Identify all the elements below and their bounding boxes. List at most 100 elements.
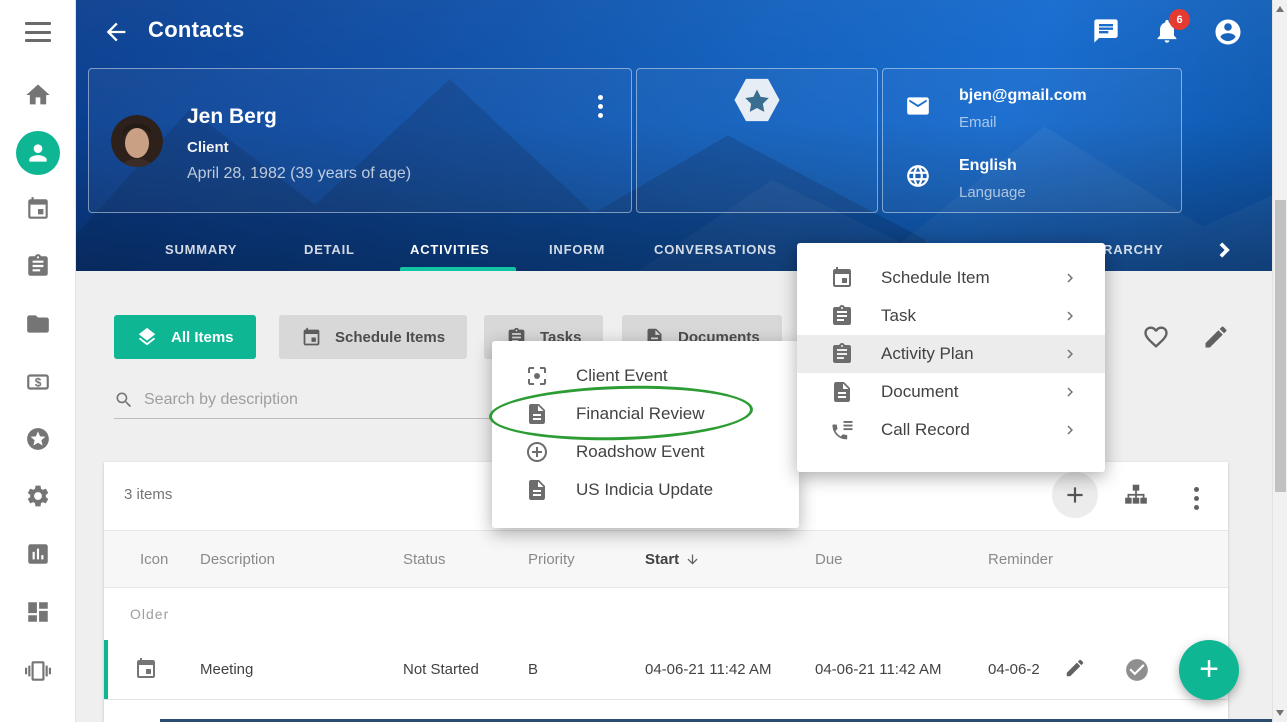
calendar-icon [134, 657, 158, 681]
column-reminder[interactable]: Reminder [988, 551, 1053, 568]
language-label: Language [959, 184, 1026, 201]
app-window: $ Contacts 6 [0, 0, 1287, 722]
column-start-sorted[interactable]: Start [645, 551, 700, 568]
row-complete-check-icon[interactable] [1124, 657, 1148, 681]
contact-birthdate: April 28, 1982 (39 years of age) [187, 165, 411, 183]
card-overflow-menu-icon[interactable] [594, 91, 607, 122]
items-count: 3 items [124, 486, 172, 503]
cell-start: 04-06-21 11:42 AM [645, 661, 771, 678]
group-row[interactable]: Older [104, 588, 1228, 640]
globe-icon [905, 163, 931, 189]
row-edit-pencil-icon[interactable] [1064, 657, 1088, 681]
menu-item-document[interactable]: Document [797, 373, 1105, 411]
table-row[interactable]: Meeting Not Started B 04-06-21 11:42 AM … [104, 640, 1228, 700]
menu-item-label: Client Event [576, 366, 668, 386]
calendar-icon [830, 266, 854, 290]
tab-inform[interactable]: INFORM [549, 242, 605, 257]
hierarchy-view-icon[interactable] [1123, 482, 1149, 508]
edit-pencil-icon[interactable] [1202, 323, 1230, 351]
menu-item-label: Roadshow Event [576, 442, 705, 462]
tab-detail[interactable]: DETAIL [304, 242, 355, 257]
contact-name: Jen Berg [187, 105, 277, 129]
calendar-icon[interactable] [25, 196, 51, 222]
menu-item-call-record[interactable]: Call Record [797, 411, 1105, 449]
grid-overflow-menu-icon[interactable] [1190, 483, 1203, 514]
document-icon [525, 478, 549, 502]
folder-icon[interactable] [25, 311, 51, 337]
cell-status: Not Started [403, 661, 479, 678]
chevron-right-icon [1061, 345, 1079, 363]
contact-role: Client [187, 139, 229, 156]
home-icon[interactable] [24, 81, 52, 109]
tab-summary[interactable]: SUMMARY [165, 242, 237, 257]
scrollbar-thumb[interactable] [1275, 200, 1286, 492]
active-nav-circle [16, 131, 60, 175]
menu-item-label: Document [881, 382, 958, 402]
menu-item-label: Call Record [881, 420, 970, 440]
contacts-icon[interactable] [16, 131, 60, 175]
page-title: Contacts [148, 17, 245, 43]
menu-item-label: Financial Review [576, 404, 705, 424]
add-item-button[interactable] [1052, 472, 1098, 518]
cell-priority: B [528, 661, 538, 678]
left-sidebar: $ [0, 0, 76, 722]
column-status[interactable]: Status [403, 551, 446, 568]
column-label: Start [645, 551, 679, 568]
filter-all-items-button[interactable]: All Items [114, 315, 256, 359]
menu-item-financial-review[interactable]: Financial Review [492, 395, 799, 433]
chat-icon[interactable] [1092, 17, 1122, 47]
hexagon-star-icon [733, 77, 781, 128]
tasks-icon [830, 342, 854, 366]
tab-conversations[interactable]: CONVERSATIONS [654, 242, 777, 257]
menu-item-roadshow-event[interactable]: Roadshow Event [492, 433, 799, 471]
back-arrow-icon[interactable] [102, 18, 132, 48]
scroll-down-arrow-icon[interactable] [1276, 710, 1284, 716]
tabs-scroll-right-icon[interactable] [1212, 237, 1238, 263]
fab-add-button[interactable]: + [1179, 640, 1239, 700]
plus-circle-icon [525, 440, 549, 464]
email-label: Email [959, 114, 1087, 131]
dashboard-icon[interactable] [25, 599, 51, 625]
cell-reminder: 04-06-2 [988, 661, 1050, 678]
cell-due: 04-06-21 11:42 AM [815, 661, 941, 678]
column-priority[interactable]: Priority [528, 551, 575, 568]
layers-icon [136, 326, 158, 348]
menu-item-client-event[interactable]: Client Event [492, 357, 799, 395]
billing-icon[interactable]: $ [25, 369, 51, 395]
mail-icon [905, 93, 931, 119]
menu-item-schedule-item[interactable]: Schedule Item [797, 259, 1105, 297]
account-icon[interactable] [1213, 17, 1243, 47]
filter-label: Schedule Items [335, 329, 445, 346]
cell-description: Meeting [200, 661, 253, 678]
column-icon[interactable]: Icon [140, 551, 168, 568]
filter-label: All Items [171, 329, 234, 346]
settings-icon[interactable] [25, 483, 51, 509]
tasks-icon[interactable] [25, 253, 51, 279]
scroll-up-arrow-icon[interactable] [1276, 6, 1284, 12]
favorite-heart-icon[interactable] [1142, 323, 1170, 351]
tab-activities[interactable]: ACTIVITIES [410, 242, 490, 257]
chevron-right-icon [1061, 307, 1079, 325]
vibration-icon[interactable] [25, 658, 51, 684]
column-due[interactable]: Due [815, 551, 843, 568]
notification-badge: 6 [1169, 9, 1190, 30]
notifications-bell-icon[interactable]: 6 [1153, 17, 1183, 47]
plus-icon: + [1199, 652, 1219, 686]
chevron-right-icon [1061, 269, 1079, 287]
menu-item-task[interactable]: Task [797, 297, 1105, 335]
menu-item-label: Task [881, 306, 916, 326]
group-label: Older [130, 606, 169, 622]
menu-icon[interactable] [25, 22, 51, 42]
filter-schedule-items-button[interactable]: Schedule Items [279, 315, 467, 359]
reports-icon[interactable] [25, 541, 51, 567]
column-description[interactable]: Description [200, 551, 275, 568]
favorites-icon[interactable] [25, 426, 51, 452]
focus-icon [525, 364, 549, 388]
tab-hierarchy-truncated[interactable]: RARCHY [1103, 242, 1163, 257]
sort-descending-icon [685, 552, 700, 567]
menu-item-activity-plan[interactable]: Activity Plan [797, 335, 1105, 373]
plus-icon [1062, 482, 1088, 508]
vertical-scrollbar[interactable] [1272, 0, 1287, 722]
profile-card: Jen Berg Client April 28, 1982 (39 years… [88, 68, 632, 213]
menu-item-us-indicia-update[interactable]: US Indicia Update [492, 471, 799, 509]
